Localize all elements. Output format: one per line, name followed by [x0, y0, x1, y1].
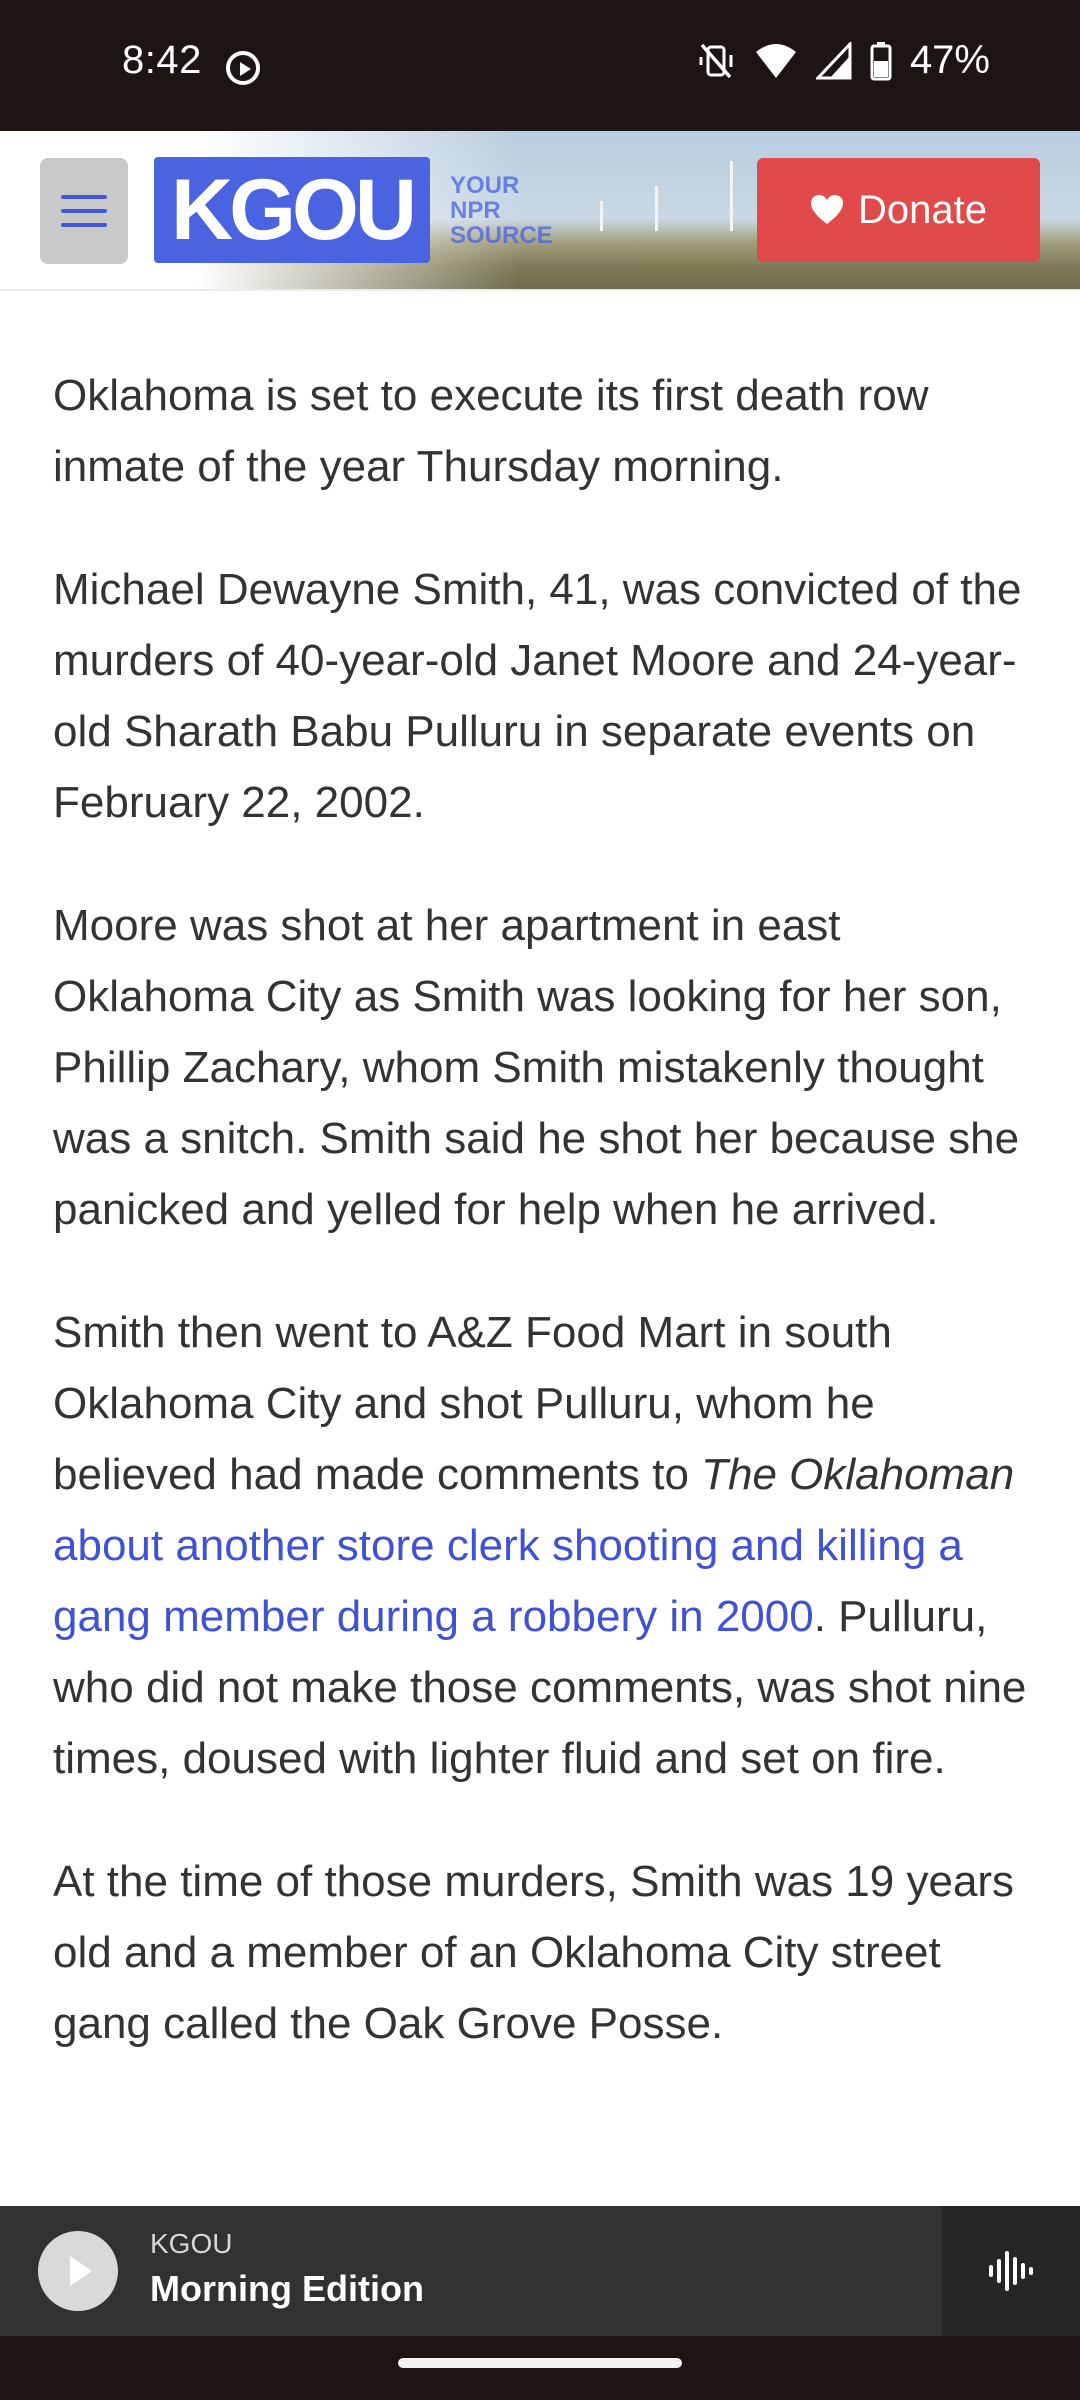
tagline-line: NPR: [450, 197, 501, 224]
article-paragraph: Moore was shot at her apartment in east …: [53, 901, 1020, 1234]
donate-button[interactable]: Donate: [757, 158, 1040, 262]
kgou-logo[interactable]: KGOU: [154, 157, 430, 263]
mute-icon: [699, 43, 733, 78]
article-paragraph: At the time of those murders, Smith was …: [53, 1857, 1015, 2048]
wifi-icon: [755, 43, 796, 78]
audio-wave-button[interactable]: [942, 2206, 1080, 2336]
hamburger-icon: [61, 195, 107, 199]
battery-percent: 47%: [909, 38, 990, 82]
status-icons: 47%: [696, 38, 990, 83]
play-icon[interactable]: [38, 2231, 118, 2311]
cell-signal-icon: [815, 41, 852, 79]
audio-wave-icon: [989, 2251, 1033, 2291]
battery-icon: [870, 41, 892, 80]
article-body: Oklahoma is set to execute its first dea…: [53, 360, 1033, 2111]
menu-button[interactable]: [40, 158, 128, 264]
article-paragraph: Smith then went to A&Z Food Mart in sout…: [53, 1297, 1033, 1794]
tagline-line: YOUR: [450, 172, 520, 199]
status-time: 8:42: [122, 38, 202, 82]
status-bar: 8:42 47%: [0, 0, 1080, 131]
logo-text: KGOU: [171, 162, 417, 258]
logo-tagline: YOUR NPR SOURCE: [450, 173, 553, 248]
article-paragraph: Michael Dewayne Smith, 41, was convicted…: [53, 565, 1022, 827]
publication-name: The Oklahoman: [701, 1450, 1015, 1499]
tagline-line: SOURCE: [450, 222, 553, 249]
player-program: Morning Edition: [150, 2268, 424, 2309]
site-header: KGOU YOUR NPR SOURCE Donate: [0, 131, 1080, 291]
player-station: KGOU: [150, 2228, 233, 2259]
donate-label: Donate: [858, 187, 987, 232]
audio-player: KGOU Morning Edition: [0, 2206, 1080, 2336]
screen-record-icon: [226, 51, 260, 85]
home-indicator[interactable]: [398, 2358, 682, 2368]
heart-icon: [811, 195, 843, 224]
article-paragraph: Oklahoma is set to execute its first dea…: [53, 371, 929, 491]
system-nav-bar: [0, 2336, 1080, 2400]
